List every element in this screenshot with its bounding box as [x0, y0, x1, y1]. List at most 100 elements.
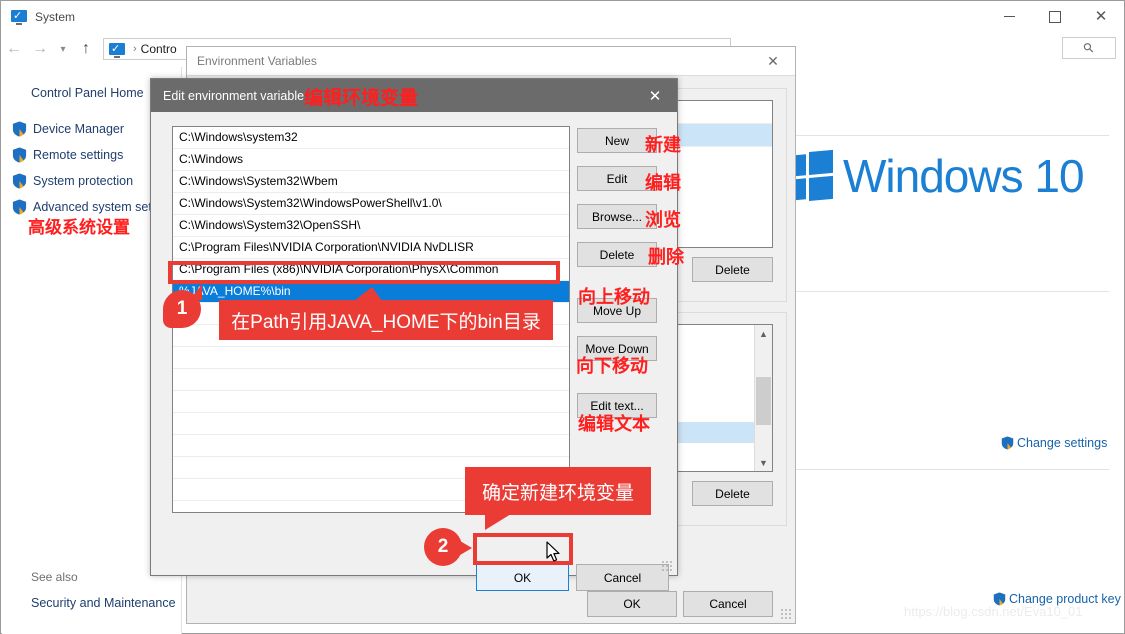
- button-label: Edit: [606, 171, 628, 186]
- edit-cancel-button[interactable]: Cancel: [576, 564, 669, 591]
- callout-text: 确定新建环境变量: [481, 482, 634, 504]
- button-label: Cancel: [603, 570, 642, 585]
- list-item[interactable]: C:\Windows\System32\Wbem: [173, 171, 569, 193]
- env-cancel-button[interactable]: Cancel: [683, 591, 773, 617]
- shield-icon: [1001, 436, 1014, 450]
- close-icon[interactable]: ✕: [633, 79, 677, 112]
- env-dialog-title: Environment Variables: [197, 54, 317, 68]
- list-item[interactable]: [173, 391, 569, 413]
- shield-icon: [12, 173, 27, 189]
- system-titlebar: ✓ System ✕: [1, 1, 1124, 32]
- breadcrumb-monitor-icon: ✓: [109, 43, 125, 58]
- scrollbar-thumb[interactable]: [756, 377, 771, 425]
- path-value: C:\Program Files\NVIDIA Corporation\NVID…: [179, 240, 474, 254]
- path-value: C:\Program Files (x86)\NVIDIA Corporatio…: [179, 262, 499, 276]
- windows-edition-logo: Windows 10: [785, 149, 1085, 203]
- list-item[interactable]: C:\Program Files (x86)\NVIDIA Corporatio…: [173, 259, 569, 281]
- button-label: Move Up: [592, 303, 642, 318]
- chevron-down-icon[interactable]: ▾: [53, 36, 73, 62]
- path-value: C:\Windows\system32: [179, 130, 298, 144]
- resize-grip[interactable]: [781, 609, 792, 620]
- see-also-link-security-and-maintenance[interactable]: Security and Maintenance: [31, 596, 176, 610]
- list-item[interactable]: [173, 413, 569, 435]
- button-label: Delete: [715, 486, 750, 501]
- button-label: OK: [513, 570, 532, 585]
- user-delete-button[interactable]: Delete: [692, 257, 773, 282]
- close-icon[interactable]: ✕: [1078, 1, 1124, 32]
- callout-tail: [354, 287, 382, 301]
- breadcrumb-text: Contro: [140, 42, 177, 56]
- step-marker-1-tail: [190, 284, 202, 300]
- edition-label: Windows 10: [843, 150, 1085, 202]
- shield-icon: [12, 147, 27, 163]
- edit-text-button[interactable]: Edit text...: [577, 393, 657, 418]
- path-value: C:\Windows\System32\OpenSSH\: [179, 218, 361, 232]
- step-number: 2: [437, 536, 449, 557]
- chevron-up-icon[interactable]: ▲: [755, 325, 772, 342]
- list-item[interactable]: C:\Windows\System32\OpenSSH\: [173, 215, 569, 237]
- list-item[interactable]: C:\Windows\System32\WindowsPowerShell\v1…: [173, 193, 569, 215]
- delete-button[interactable]: Delete: [577, 242, 657, 267]
- new-button[interactable]: New: [577, 128, 657, 153]
- path-value: C:\Windows\System32\WindowsPowerShell\v1…: [179, 196, 442, 210]
- shield-icon: [12, 121, 27, 137]
- env-dialog-titlebar: Environment Variables ✕: [187, 47, 795, 75]
- callout-tail: [485, 514, 511, 530]
- search-icon: ⚲: [1079, 38, 1098, 57]
- list-item[interactable]: C:\Program Files\NVIDIA Corporation\NVID…: [173, 237, 569, 259]
- close-icon[interactable]: ✕: [751, 47, 795, 75]
- back-arrow-icon[interactable]: ←: [1, 36, 27, 62]
- move-down-button[interactable]: Move Down: [577, 336, 657, 361]
- path-value: C:\Windows: [179, 152, 244, 166]
- sidebar-item-label: Advanced system settin: [33, 200, 166, 214]
- browse-button[interactable]: Browse...: [577, 204, 657, 229]
- maximize-icon[interactable]: [1032, 1, 1078, 32]
- scrollbar-vertical[interactable]: ▲ ▼: [754, 325, 772, 471]
- sidebar-item-label: Device Manager: [33, 122, 125, 136]
- button-label: Browse...: [591, 209, 642, 224]
- shield-icon: [12, 199, 27, 215]
- list-item[interactable]: [173, 369, 569, 391]
- window-controls: ✕: [986, 1, 1124, 32]
- callout-step-2: 确定新建环境变量: [465, 467, 651, 530]
- env-ok-button[interactable]: OK: [587, 591, 677, 617]
- forward-arrow-icon[interactable]: →: [27, 36, 53, 62]
- up-arrow-icon[interactable]: ↑: [73, 36, 99, 62]
- callout-step-1: 在Path引用JAVA_HOME下的bin目录: [219, 287, 553, 340]
- edit-button[interactable]: Edit: [577, 166, 657, 191]
- callout-text: 在Path引用JAVA_HOME下的bin目录: [231, 311, 541, 333]
- resize-grip[interactable]: [662, 561, 673, 572]
- system-delete-button[interactable]: Delete: [692, 481, 773, 506]
- monitor-icon: ✓: [11, 9, 27, 25]
- minimize-icon[interactable]: [986, 1, 1032, 32]
- path-value: C:\Windows\System32\Wbem: [179, 174, 338, 188]
- move-up-button[interactable]: Move Up: [577, 298, 657, 323]
- window-title: System: [35, 9, 76, 24]
- list-item[interactable]: [173, 347, 569, 369]
- button-label: Delete: [599, 247, 635, 262]
- button-label: New: [604, 133, 629, 148]
- button-label: Move Down: [585, 341, 649, 356]
- sidebar-item-label: System protection: [33, 174, 134, 188]
- list-item[interactable]: C:\Windows\system32: [173, 127, 569, 149]
- button-label: OK: [623, 597, 641, 611]
- edit-dialog-title: Edit environment variable: [163, 88, 305, 103]
- button-label: Cancel: [709, 597, 747, 611]
- search-input[interactable]: ⚲: [1062, 37, 1116, 59]
- breadcrumb-separator: ›: [133, 43, 137, 55]
- list-item[interactable]: C:\Windows: [173, 149, 569, 171]
- edit-dialog-titlebar: Edit environment variable ✕: [151, 79, 677, 112]
- step-number: 1: [176, 298, 188, 319]
- button-label: Edit text...: [590, 398, 644, 413]
- change-settings-label: Change settings: [1017, 436, 1108, 450]
- list-item[interactable]: [173, 435, 569, 457]
- chevron-down-icon[interactable]: ▼: [755, 454, 772, 471]
- button-label: Delete: [715, 262, 750, 277]
- see-also-section: See also Security and Maintenance: [31, 570, 176, 610]
- change-settings-link[interactable]: Change settings: [1001, 436, 1107, 450]
- watermark: https://blog.csdn.net/Eva10_01: [904, 604, 1083, 619]
- edit-ok-button[interactable]: OK: [476, 564, 569, 591]
- screenshot-root: ✓ System ✕ ← → ▾ ↑ ✓ › Contro ⚲ Control …: [0, 0, 1125, 634]
- step-marker-2-tail: [455, 538, 472, 558]
- sidebar-item-label: Remote settings: [33, 148, 124, 162]
